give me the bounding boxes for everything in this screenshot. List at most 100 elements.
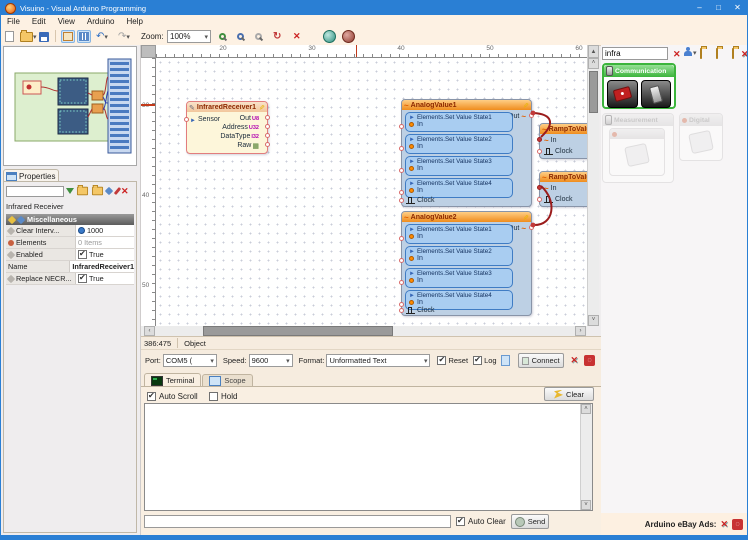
component-header[interactable]: InfraredReceiver1 (187, 102, 267, 112)
element-set-value-state3[interactable]: Elements.Set Value State3 In (405, 268, 513, 288)
component-analogvalue2[interactable]: AnalogValue2 Out Elements.Set Value Stat… (401, 211, 532, 316)
speed-combobox[interactable]: 9600 (249, 354, 293, 367)
replace-checkbox[interactable] (78, 274, 87, 283)
disconnect-power-icon[interactable]: ◌ (584, 355, 595, 366)
pin-connector-raw[interactable] (265, 142, 270, 147)
property-row[interactable]: Replace NECR... True (6, 273, 134, 285)
subcategory-card[interactable] (609, 128, 665, 176)
auto-clear-checkbox[interactable] (456, 517, 465, 526)
zoom-in-button[interactable] (219, 30, 226, 43)
property-group-header[interactable]: Miscellaneous (6, 214, 134, 225)
redo-dropdown-icon[interactable] (126, 32, 130, 41)
format-dropdown-icon[interactable] (424, 356, 428, 365)
close-panel-icon[interactable] (121, 186, 129, 197)
open-dropdown-icon[interactable] (33, 32, 37, 41)
collapse-all-folder-icon[interactable] (700, 48, 702, 59)
undo-dropdown-icon[interactable] (104, 32, 108, 41)
vscroll-thumb[interactable] (589, 71, 598, 113)
scroll-down-icon[interactable]: ˅ (581, 500, 591, 510)
open-project-button[interactable] (20, 30, 37, 43)
property-row[interactable]: Enabled True (6, 249, 134, 261)
scroll-up-icon[interactable]: ˄ (581, 404, 591, 414)
port-combobox[interactable]: COM5 ( (163, 354, 217, 367)
send-button[interactable]: Send (511, 514, 549, 529)
pin-connector-address[interactable] (265, 124, 270, 129)
enabled-checkbox[interactable] (78, 250, 87, 259)
category-communication[interactable]: Communication (602, 63, 676, 109)
ads-close-icon[interactable]: ◌ (732, 519, 743, 530)
canvas-vertical-scrollbar[interactable]: ▲ ˄ ˅ (587, 45, 599, 326)
component-header[interactable]: RampToValu (540, 124, 587, 134)
property-row[interactable]: Clear Interv... 1000 (6, 225, 134, 237)
menu-help[interactable]: Help (120, 17, 148, 26)
pin-connector-clock[interactable] (399, 198, 404, 203)
arrange-dropdown-icon[interactable] (693, 48, 697, 57)
pin-connector-clock[interactable] (399, 308, 404, 313)
toolbox-search-input[interactable] (602, 47, 668, 60)
terminal-output[interactable]: ˄ ˅ (144, 403, 593, 511)
element-set-value-state2[interactable]: Elements.Set Value State2 In (405, 246, 513, 266)
expand-all-folder-icon[interactable] (716, 48, 718, 59)
pin-connector-sensor[interactable] (184, 117, 189, 122)
auto-scroll-checkbox[interactable] (147, 392, 156, 401)
scroll-up-icon[interactable]: ▲ (588, 45, 599, 58)
redo-button[interactable] (118, 30, 130, 43)
tab-scope[interactable]: Scope (202, 374, 252, 386)
infrared-receiver-component-button[interactable] (607, 80, 638, 108)
edit-wand-icon[interactable] (523, 101, 529, 110)
clear-button[interactable]: Clear (544, 387, 594, 401)
format-combobox[interactable]: Unformatted Text (326, 354, 430, 367)
zoom-out-button[interactable] (237, 30, 244, 43)
zoom-combobox[interactable]: 100% (167, 30, 211, 43)
component-ramptovalue1[interactable]: RampToValu In Out Clock (539, 123, 587, 159)
design-canvas[interactable]: InfraredReceiver1 Sensor OutU8 AddressU3… (156, 58, 587, 326)
edit-value-icon[interactable] (78, 227, 85, 234)
property-filter-input[interactable] (6, 186, 64, 197)
comm-settings-icon[interactable] (570, 355, 578, 366)
canvas-horizontal-scrollbar[interactable]: ‹ › (141, 326, 587, 336)
category-header[interactable]: Digital (680, 114, 722, 126)
property-row[interactable]: Name InfraredReceiver1 (6, 261, 134, 273)
infrared-remote-component-button[interactable] (641, 80, 672, 108)
speed-dropdown-icon[interactable] (286, 356, 290, 365)
close-button[interactable] (728, 2, 747, 15)
pin-connector-in[interactable] (399, 236, 404, 241)
compile-button[interactable] (273, 30, 281, 43)
category-header[interactable]: Communication (604, 65, 674, 77)
terminal-send-input[interactable] (144, 515, 451, 528)
pin-connector-in[interactable] (399, 146, 404, 151)
grid-view-toggle[interactable] (77, 30, 91, 43)
project-minimap[interactable] (3, 46, 137, 166)
pin-connector-in[interactable] (399, 258, 404, 263)
zoom-dropdown-icon[interactable] (204, 32, 208, 41)
scroll-left-icon[interactable]: ‹ (144, 326, 155, 336)
pin-connector-in[interactable] (399, 168, 404, 173)
pin-connector-out[interactable] (529, 113, 534, 118)
log-checkbox[interactable] (473, 356, 482, 365)
property-row[interactable]: Elements 0 Items (6, 237, 134, 249)
expand-folder-icon[interactable] (92, 187, 103, 196)
log-file-icon[interactable] (501, 355, 510, 366)
pin-connector-out[interactable] (265, 115, 270, 120)
element-set-value-state1[interactable]: Elements.Set Value State1 In (405, 224, 513, 244)
pin-connector-in[interactable] (399, 280, 404, 285)
element-set-value-state3[interactable]: Elements.Set Value State3 In (405, 156, 513, 176)
category-digital[interactable]: Digital (679, 113, 723, 161)
pin-connector-in[interactable] (399, 190, 404, 195)
categorize-icon[interactable] (105, 187, 113, 195)
menu-edit[interactable]: Edit (26, 17, 52, 26)
element-set-value-state1[interactable]: Elements.Set Value State1 In (405, 112, 513, 132)
delete-button[interactable] (293, 30, 301, 43)
pin-connector-out[interactable] (529, 225, 534, 230)
maximize-button[interactable] (709, 2, 728, 15)
property-value[interactable]: InfraredReceiver1 (72, 262, 134, 271)
edit-wand-icon[interactable] (523, 213, 529, 222)
filter-folder-icon[interactable] (732, 48, 734, 59)
element-set-value-state2[interactable]: Elements.Set Value State2 In (405, 134, 513, 154)
undo-button[interactable] (96, 30, 108, 43)
connect-button[interactable]: Connect (518, 353, 564, 368)
element-set-value-state4[interactable]: Elements.Set Value State4 In (405, 178, 513, 198)
component-header[interactable]: RampToValu (540, 172, 587, 182)
component-ramptovalue2[interactable]: RampToValu In Out Clock (539, 171, 587, 207)
menu-arduino[interactable]: Arduino (81, 17, 121, 26)
